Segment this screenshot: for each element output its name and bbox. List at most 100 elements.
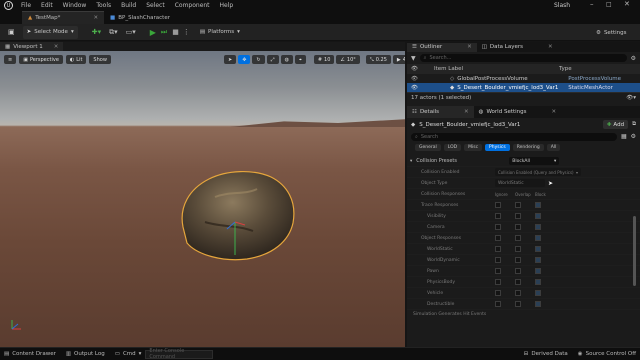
world-local-button[interactable]: ◍ bbox=[280, 55, 293, 64]
add-filter-icon[interactable]: ▼ bbox=[411, 55, 416, 62]
ignore-checkbox[interactable] bbox=[495, 301, 501, 307]
block-checkbox[interactable] bbox=[535, 301, 541, 307]
overlap-checkbox[interactable] bbox=[515, 235, 521, 241]
block-checkbox[interactable] bbox=[535, 257, 541, 263]
view-options-icon[interactable]: 👁▾ bbox=[626, 95, 636, 101]
minimize-icon[interactable]: – bbox=[590, 0, 594, 8]
ignore-checkbox[interactable] bbox=[495, 257, 501, 263]
boulder-mesh[interactable] bbox=[175, 167, 300, 265]
grid-view-icon[interactable]: ▦ bbox=[621, 133, 627, 140]
ignore-checkbox[interactable] bbox=[495, 224, 501, 230]
actor-name[interactable]: S_Desert_Boulder_vmiefjc_lod3_Var1 bbox=[419, 122, 520, 128]
visibility-icon[interactable]: 👁 bbox=[411, 85, 418, 91]
overlap-checkbox[interactable] bbox=[515, 246, 521, 252]
collision-presets-dropdown[interactable]: BlockAll ▾ bbox=[509, 157, 560, 165]
console-input[interactable]: Enter Console Command bbox=[145, 348, 214, 360]
tab-close-icon[interactable]: ✕ bbox=[464, 109, 469, 115]
overlap-checkbox[interactable] bbox=[515, 213, 521, 219]
camera-speed-button[interactable]: ▶ 4 bbox=[392, 55, 405, 64]
tab-data-layers[interactable]: ◫ Data Layers ✕ bbox=[477, 43, 558, 52]
tab-bp-slashcharacter[interactable]: ■ BP_SlashCharacter bbox=[104, 11, 176, 24]
tab-close-icon[interactable]: ✕ bbox=[93, 15, 98, 21]
outliner-row[interactable]: 👁 ◇ GlobalPostProcessVolume PostProcessV… bbox=[407, 74, 640, 83]
outliner-search-input[interactable]: ⌕ Search... bbox=[419, 54, 627, 62]
close-icon[interactable]: ✕ bbox=[624, 0, 630, 8]
block-checkbox[interactable] bbox=[535, 279, 541, 285]
overlap-checkbox[interactable] bbox=[515, 279, 521, 285]
filter-misc[interactable]: Misc bbox=[464, 144, 483, 151]
settings-icon[interactable]: ⚙ bbox=[631, 55, 636, 62]
menu-file[interactable]: File bbox=[21, 2, 31, 9]
output-log-button[interactable]: ▥ Output Log bbox=[66, 351, 105, 357]
visibility-icon[interactable]: 👁 bbox=[411, 76, 418, 82]
type-header[interactable]: Type bbox=[559, 66, 572, 72]
block-checkbox[interactable] bbox=[535, 224, 541, 230]
menu-build[interactable]: Build bbox=[121, 2, 136, 9]
overlap-checkbox[interactable] bbox=[515, 257, 521, 263]
scale-tool-button[interactable]: ⤢ bbox=[266, 55, 279, 64]
overlap-checkbox[interactable] bbox=[515, 224, 521, 230]
collision-enabled-dropdown[interactable]: Collision Enabled (Query and Physics) ▾ bbox=[495, 168, 581, 176]
cinematics-icon[interactable]: ▭▾ bbox=[126, 28, 136, 36]
add-actor-icon[interactable]: ✚▾ bbox=[92, 28, 101, 36]
select-tool-button[interactable]: ➤ bbox=[224, 55, 237, 64]
ignore-checkbox[interactable] bbox=[495, 279, 501, 285]
details-scrollbar[interactable] bbox=[633, 216, 636, 286]
block-checkbox[interactable] bbox=[535, 268, 541, 274]
tab-viewport-1[interactable]: ▦ Viewport 1 ✕ bbox=[0, 42, 64, 51]
select-mode-dropdown[interactable]: ➤ Select Mode ▾ bbox=[22, 25, 78, 39]
filter-rendering[interactable]: Rendering bbox=[512, 144, 544, 151]
derived-data-button[interactable]: ⊟ Derived Data bbox=[524, 351, 568, 357]
add-component-button[interactable]: ✚ Add bbox=[602, 120, 629, 129]
item-label-header[interactable]: Item Label bbox=[434, 66, 559, 72]
save-icon[interactable]: ▣ bbox=[8, 28, 15, 36]
menu-window[interactable]: Window bbox=[63, 2, 87, 9]
tab-outliner[interactable]: ☰ Outliner ✕ bbox=[407, 42, 477, 52]
blueprint-icon[interactable]: ⧉ bbox=[632, 121, 636, 128]
rotation-snap-button[interactable]: ∠ 10° bbox=[336, 55, 360, 64]
viewport-options-button[interactable]: ≡ bbox=[4, 55, 17, 64]
block-checkbox[interactable] bbox=[535, 246, 541, 252]
translate-tool-button[interactable]: ✥ bbox=[238, 55, 251, 64]
rotate-tool-button[interactable]: ↻ bbox=[252, 55, 265, 64]
tab-close-icon[interactable]: ✕ bbox=[552, 109, 557, 115]
level-viewport[interactable]: ≡ ▣ Perspective ◐ Lit Show ➤ ✥ ↻ ⤢ ◍ ⌖ #10… bbox=[0, 51, 405, 347]
ignore-checkbox[interactable] bbox=[495, 235, 501, 241]
tab-close-icon[interactable]: ✕ bbox=[467, 44, 472, 50]
block-checkbox[interactable] bbox=[535, 202, 541, 208]
show-button[interactable]: Show bbox=[89, 55, 111, 64]
menu-component[interactable]: Component bbox=[175, 2, 210, 9]
tab-testmap[interactable]: ▲ TestMap* ✕ bbox=[22, 11, 105, 24]
ignore-checkbox[interactable] bbox=[495, 290, 501, 296]
settings-button[interactable]: ⚙ Settings bbox=[592, 26, 631, 39]
stop-icon[interactable]: ■ bbox=[172, 28, 179, 36]
blueprint-menu-icon[interactable]: ⧉▾ bbox=[109, 28, 118, 37]
menu-select[interactable]: Select bbox=[146, 2, 165, 9]
play-options-icon[interactable]: ⋮ bbox=[183, 28, 190, 36]
filter-all[interactable]: All bbox=[546, 144, 561, 151]
block-checkbox[interactable] bbox=[535, 290, 541, 296]
filter-general[interactable]: General bbox=[415, 144, 441, 151]
menu-tools[interactable]: Tools bbox=[96, 2, 111, 9]
tab-close-icon[interactable]: ✕ bbox=[548, 44, 553, 50]
overlap-checkbox[interactable] bbox=[515, 290, 521, 296]
ignore-checkbox[interactable] bbox=[495, 202, 501, 208]
platforms-dropdown[interactable]: ▤ Platforms ▾ bbox=[196, 26, 244, 39]
tab-details[interactable]: ☷ Details ✕ bbox=[407, 106, 474, 118]
menu-edit[interactable]: Edit bbox=[41, 2, 53, 9]
cmd-dropdown[interactable]: ▭ Cmd ▾ bbox=[115, 351, 142, 357]
block-checkbox[interactable] bbox=[535, 213, 541, 219]
filter-physics[interactable]: Physics bbox=[485, 144, 510, 151]
object-type-dropdown[interactable]: WorldStatic bbox=[495, 179, 545, 187]
ignore-checkbox[interactable] bbox=[495, 213, 501, 219]
block-checkbox[interactable] bbox=[535, 235, 541, 241]
outliner-row-selected[interactable]: 👁 ◆ S_Desert_Boulder_vmiefjc_lod3_Var1 S… bbox=[407, 83, 640, 92]
play-advance-icon[interactable]: ⏭ bbox=[161, 28, 167, 37]
settings-icon[interactable]: ⚙ bbox=[631, 133, 636, 140]
tab-close-icon[interactable]: ✕ bbox=[54, 44, 59, 50]
maximize-icon[interactable]: □ bbox=[606, 1, 612, 8]
details-search-input[interactable]: ⌕ Search bbox=[411, 132, 617, 141]
menu-help[interactable]: Help bbox=[220, 2, 234, 9]
ignore-checkbox[interactable] bbox=[495, 246, 501, 252]
source-control-button[interactable]: ◉ Source Control Off bbox=[578, 351, 636, 357]
